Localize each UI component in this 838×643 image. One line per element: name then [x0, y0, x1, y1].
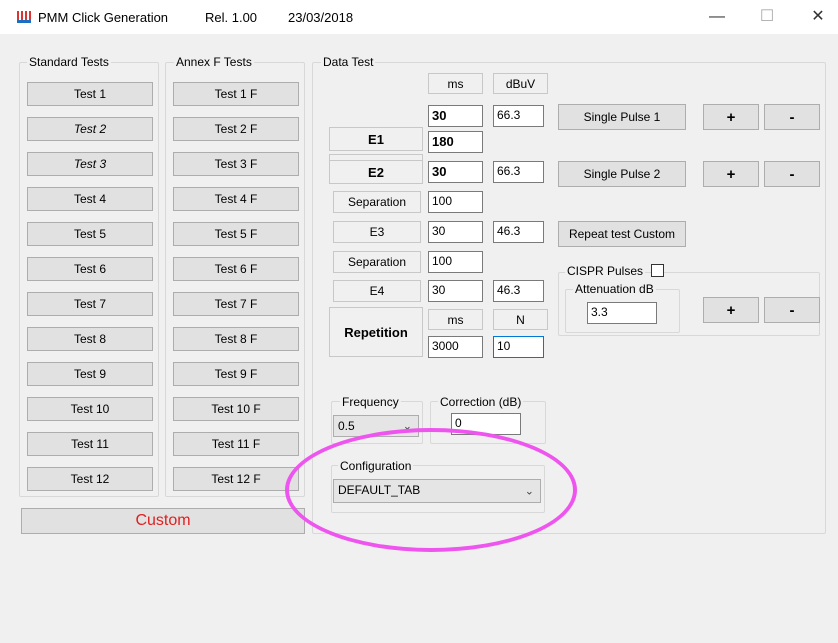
- test-5-button[interactable]: Test 5: [27, 222, 153, 246]
- repetition-n-input[interactable]: 10: [493, 336, 544, 358]
- separation-3-ms-input[interactable]: 100: [428, 251, 483, 273]
- single-pulse-1-button[interactable]: Single Pulse 1: [558, 104, 686, 130]
- test-9-button[interactable]: Test 9: [27, 362, 153, 386]
- test-11-button[interactable]: Test 11: [27, 432, 153, 456]
- repetition-ms-header: ms: [428, 309, 483, 330]
- test-3f-button[interactable]: Test 3 F: [173, 152, 299, 176]
- test-8f-button[interactable]: Test 8 F: [173, 327, 299, 351]
- dbuv-column-header: dBuV: [493, 73, 548, 94]
- pulse-2-minus-button[interactable]: -: [764, 161, 820, 187]
- e2-dbuv-input[interactable]: 66.3: [493, 161, 544, 183]
- repetition-label: Repetition: [329, 307, 423, 357]
- repeat-test-custom-button[interactable]: Repeat test Custom: [558, 221, 686, 247]
- test-10f-button[interactable]: Test 10 F: [173, 397, 299, 421]
- separation-3-label: Separation: [333, 251, 421, 273]
- correction-label: Correction (dB): [438, 395, 524, 409]
- test-1-button[interactable]: Test 1: [27, 82, 153, 106]
- test-11f-button[interactable]: Test 11 F: [173, 432, 299, 456]
- cispr-pulses-label: CISPR Pulses: [565, 264, 646, 278]
- test-10-button[interactable]: Test 10: [27, 397, 153, 421]
- attenuation-minus-button[interactable]: -: [764, 297, 820, 323]
- e1-label: E1: [329, 127, 423, 151]
- test-8-button[interactable]: Test 8: [27, 327, 153, 351]
- e2-label: E2: [329, 160, 423, 184]
- test-3-button[interactable]: Test 3: [27, 152, 153, 176]
- test-7-button[interactable]: Test 7: [27, 292, 153, 316]
- maximize-button[interactable]: ☐: [755, 6, 779, 28]
- minimize-button[interactable]: —: [705, 6, 729, 28]
- test-7f-button[interactable]: Test 7 F: [173, 292, 299, 316]
- repetition-n-header: N: [493, 309, 548, 330]
- test-9f-button[interactable]: Test 9 F: [173, 362, 299, 386]
- annex-f-tests-label: Annex F Tests: [174, 55, 254, 69]
- test-6-button[interactable]: Test 6: [27, 257, 153, 281]
- custom-button[interactable]: Custom: [21, 508, 305, 534]
- separation-2-label: Separation: [333, 191, 421, 213]
- test-5f-button[interactable]: Test 5 F: [173, 222, 299, 246]
- e1-ms-input[interactable]: 30: [428, 105, 483, 127]
- e4-ms-input[interactable]: 30: [428, 280, 483, 302]
- standard-tests-label: Standard Tests: [27, 55, 111, 69]
- e4-label: E4: [333, 280, 421, 302]
- e2-ms-input[interactable]: 30: [428, 161, 483, 183]
- pulse-1-minus-button[interactable]: -: [764, 104, 820, 130]
- test-4-button[interactable]: Test 4: [27, 187, 153, 211]
- e1-dbuv-input[interactable]: 66.3: [493, 105, 544, 127]
- cispr-pulses-checkbox[interactable]: [651, 264, 664, 277]
- close-button[interactable]: ✕: [806, 6, 830, 28]
- e4-dbuv-input[interactable]: 46.3: [493, 280, 544, 302]
- date-label: 23/03/2018: [288, 10, 354, 25]
- app-logo-icon: [17, 11, 31, 23]
- data-test-label: Data Test: [321, 55, 376, 69]
- frequency-value: 0.5: [338, 419, 355, 433]
- repetition-ms-input[interactable]: 3000: [428, 336, 483, 358]
- attenuation-input[interactable]: 3.3: [587, 302, 657, 324]
- test-12-button[interactable]: Test 12: [27, 467, 153, 491]
- pulse-1-plus-button[interactable]: +: [703, 104, 759, 130]
- e3-dbuv-input[interactable]: 46.3: [493, 221, 544, 243]
- attenuation-label: Attenuation dB: [573, 282, 656, 296]
- separation-1-ms-input[interactable]: 180: [428, 131, 483, 153]
- single-pulse-2-button[interactable]: Single Pulse 2: [558, 161, 686, 187]
- e3-label: E3: [333, 221, 421, 243]
- window-title: PMM Click Generation: [38, 10, 169, 25]
- test-4f-button[interactable]: Test 4 F: [173, 187, 299, 211]
- pulse-2-plus-button[interactable]: +: [703, 161, 759, 187]
- test-2f-button[interactable]: Test 2 F: [173, 117, 299, 141]
- test-1f-button[interactable]: Test 1 F: [173, 82, 299, 106]
- release-label: Rel. 1.00: [205, 10, 258, 25]
- test-6f-button[interactable]: Test 6 F: [173, 257, 299, 281]
- highlight-annotation: [285, 428, 577, 552]
- frequency-label: Frequency: [340, 395, 401, 409]
- e3-ms-input[interactable]: 30: [428, 221, 483, 243]
- test-2-button[interactable]: Test 2: [27, 117, 153, 141]
- test-12f-button[interactable]: Test 12 F: [173, 467, 299, 491]
- attenuation-plus-button[interactable]: +: [703, 297, 759, 323]
- ms-column-header: ms: [428, 73, 483, 94]
- separation-2-ms-input[interactable]: 100: [428, 191, 483, 213]
